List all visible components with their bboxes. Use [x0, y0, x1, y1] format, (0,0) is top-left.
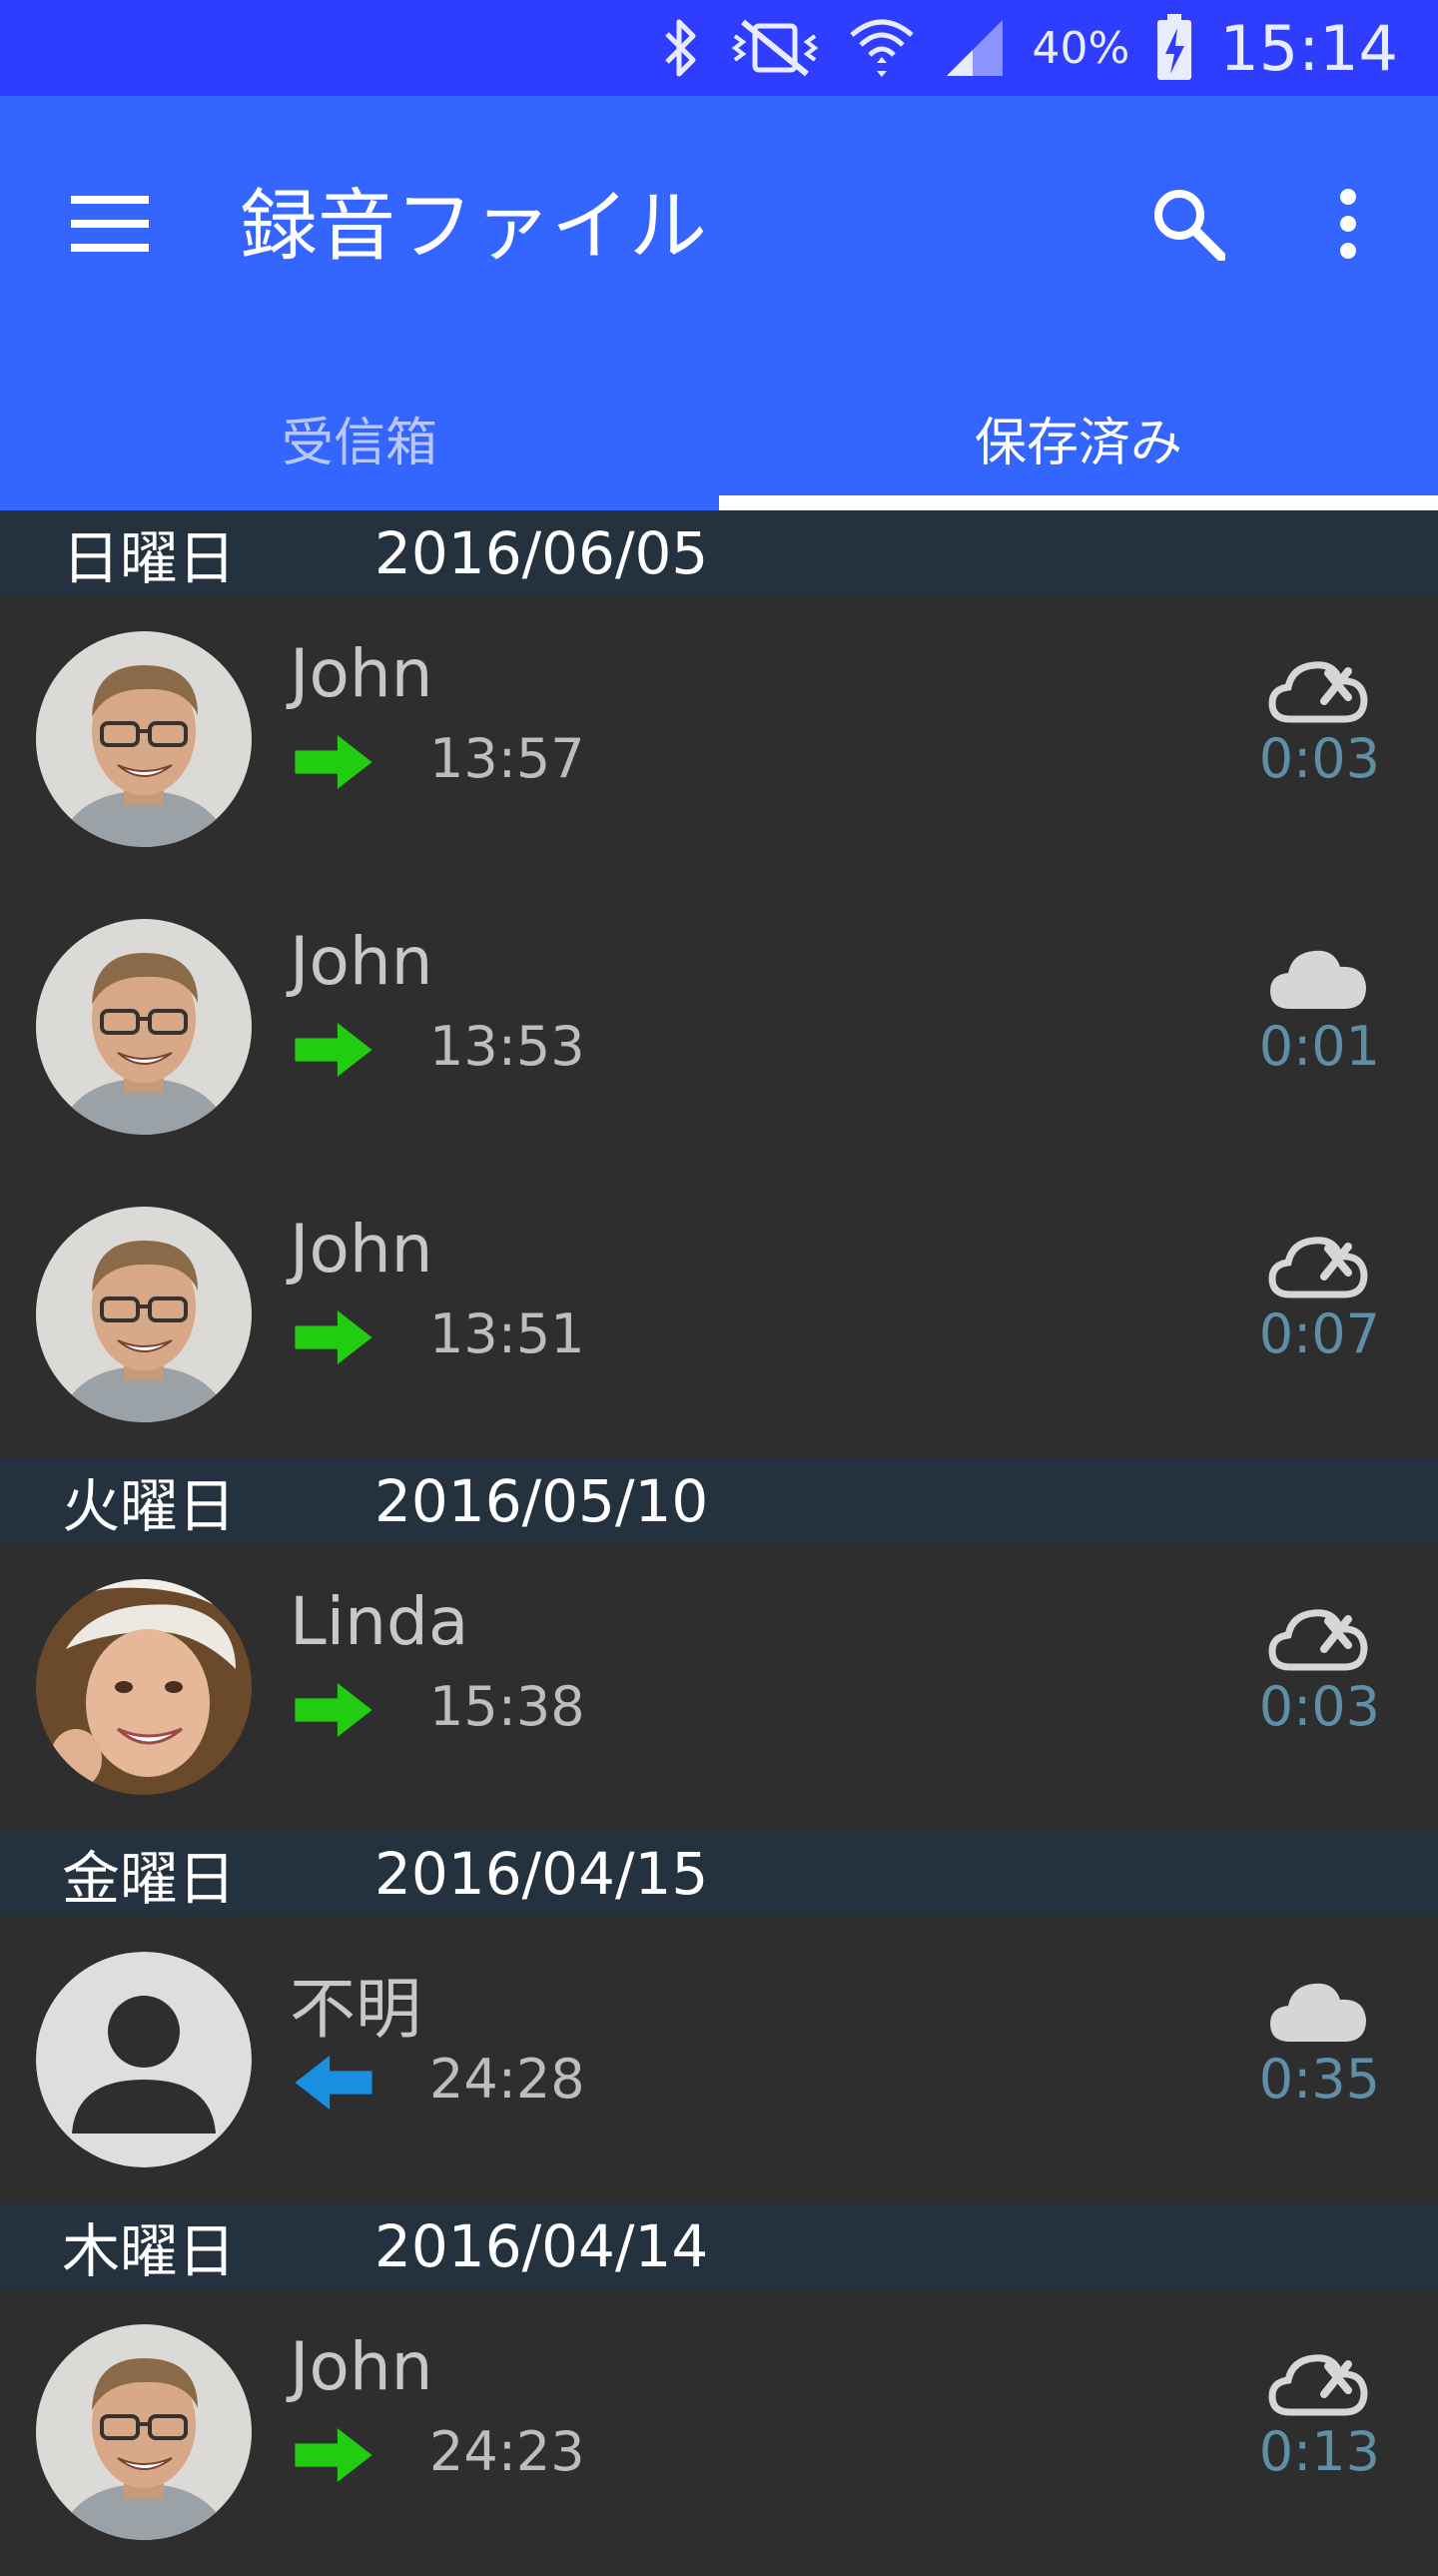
- list-item[interactable]: John 13:51 0:07: [0, 1171, 1438, 1458]
- search-button[interactable]: [1128, 166, 1248, 286]
- date-header-date: 2016/06/05: [374, 518, 709, 587]
- call-duration: 0:03: [1258, 1675, 1380, 1738]
- call-time: 13:53: [429, 1015, 585, 1078]
- contact-name: Linda: [290, 1583, 469, 1660]
- date-header-day: 木曜日: [62, 2216, 237, 2285]
- signal-icon: [943, 16, 1007, 80]
- cloud-off-icon[interactable]: [1263, 2338, 1373, 2428]
- date-header: 金曜日 2016/04/15: [0, 1831, 1438, 1916]
- contact-name: John: [290, 2328, 433, 2405]
- app-bar: 録音ファイル 受信箱 保存済み: [0, 96, 1438, 510]
- battery-charging-icon: [1155, 14, 1193, 82]
- call-duration: 0:07: [1258, 1302, 1380, 1365]
- cloud-off-icon[interactable]: [1263, 645, 1373, 735]
- avatar: [36, 1952, 252, 2167]
- call-time: 13:51: [429, 1302, 585, 1365]
- avatar: [36, 1207, 252, 1422]
- list-item[interactable]: Linda 15:38 0:03: [0, 1543, 1438, 1831]
- status-time: 15:14: [1219, 11, 1398, 85]
- call-time: 24:28: [429, 2048, 585, 2111]
- date-header: 火曜日 2016/05/10: [0, 1458, 1438, 1543]
- cloud-icon[interactable]: [1263, 1966, 1373, 2056]
- hamburger-menu-icon: [71, 196, 149, 256]
- bluetooth-icon: [659, 16, 703, 80]
- call-time: 13:57: [429, 727, 585, 790]
- call-time: 15:38: [429, 1675, 585, 1738]
- avatar: [36, 919, 252, 1135]
- status-bar: 40% 15:14: [0, 0, 1438, 96]
- list-item[interactable]: 不明 24:28 0:35: [0, 1916, 1438, 2203]
- outgoing-arrow-icon: [295, 2428, 372, 2486]
- battery-percent: 40%: [1032, 22, 1130, 74]
- outgoing-arrow-icon: [295, 1023, 372, 1081]
- date-header-date: 2016/05/10: [374, 1466, 709, 1535]
- contact-name: 不明: [290, 1971, 421, 2048]
- incoming-arrow-icon: [295, 2056, 372, 2114]
- call-duration: 0:03: [1258, 727, 1380, 790]
- date-header-day: 日曜日: [62, 523, 237, 592]
- avatar: [36, 2324, 252, 2540]
- date-header: 日曜日 2016/06/05: [0, 510, 1438, 595]
- menu-button[interactable]: [60, 176, 160, 276]
- date-header: 木曜日 2016/04/14: [0, 2203, 1438, 2288]
- outgoing-arrow-icon: [295, 1683, 372, 1741]
- cloud-off-icon[interactable]: [1263, 1221, 1373, 1310]
- outgoing-arrow-icon: [295, 1310, 372, 1368]
- more-options-button[interactable]: [1298, 166, 1398, 286]
- call-duration: 0:35: [1258, 2048, 1380, 2111]
- cloud-icon[interactable]: [1263, 933, 1373, 1023]
- date-header-day: 火曜日: [62, 1471, 237, 1540]
- avatar: [36, 631, 252, 847]
- call-duration: 0:01: [1258, 1015, 1380, 1078]
- tab-saved[interactable]: 保存済み: [719, 366, 1438, 510]
- vibrate-mute-icon: [729, 16, 821, 80]
- list-item[interactable]: John 13:57 0:03: [0, 595, 1438, 883]
- search-icon: [1151, 187, 1226, 265]
- recordings-list: 日曜日 2016/06/05 John 13:57 0:03 John 13:5…: [0, 510, 1438, 2576]
- tab-inbox[interactable]: 受信箱: [0, 366, 719, 510]
- date-header-date: 2016/04/14: [374, 2211, 709, 2280]
- list-item[interactable]: John 24:23 0:13: [0, 2288, 1438, 2576]
- call-time: 24:23: [429, 2420, 585, 2483]
- contact-name: John: [290, 1211, 433, 1288]
- cloud-off-icon[interactable]: [1263, 1593, 1373, 1683]
- outgoing-arrow-icon: [295, 735, 372, 793]
- contact-name: John: [290, 923, 433, 1000]
- app-title: 録音ファイル: [240, 182, 708, 272]
- wifi-icon: [847, 13, 917, 83]
- list-item[interactable]: John 13:53 0:01: [0, 883, 1438, 1171]
- call-duration: 0:13: [1258, 2420, 1380, 2483]
- contact-name: John: [290, 635, 433, 712]
- tab-indicator: [719, 495, 1438, 510]
- date-header-date: 2016/04/15: [374, 1839, 709, 1908]
- date-header-day: 金曜日: [62, 1844, 237, 1913]
- more-vert-icon: [1338, 189, 1358, 263]
- avatar: [36, 1579, 252, 1795]
